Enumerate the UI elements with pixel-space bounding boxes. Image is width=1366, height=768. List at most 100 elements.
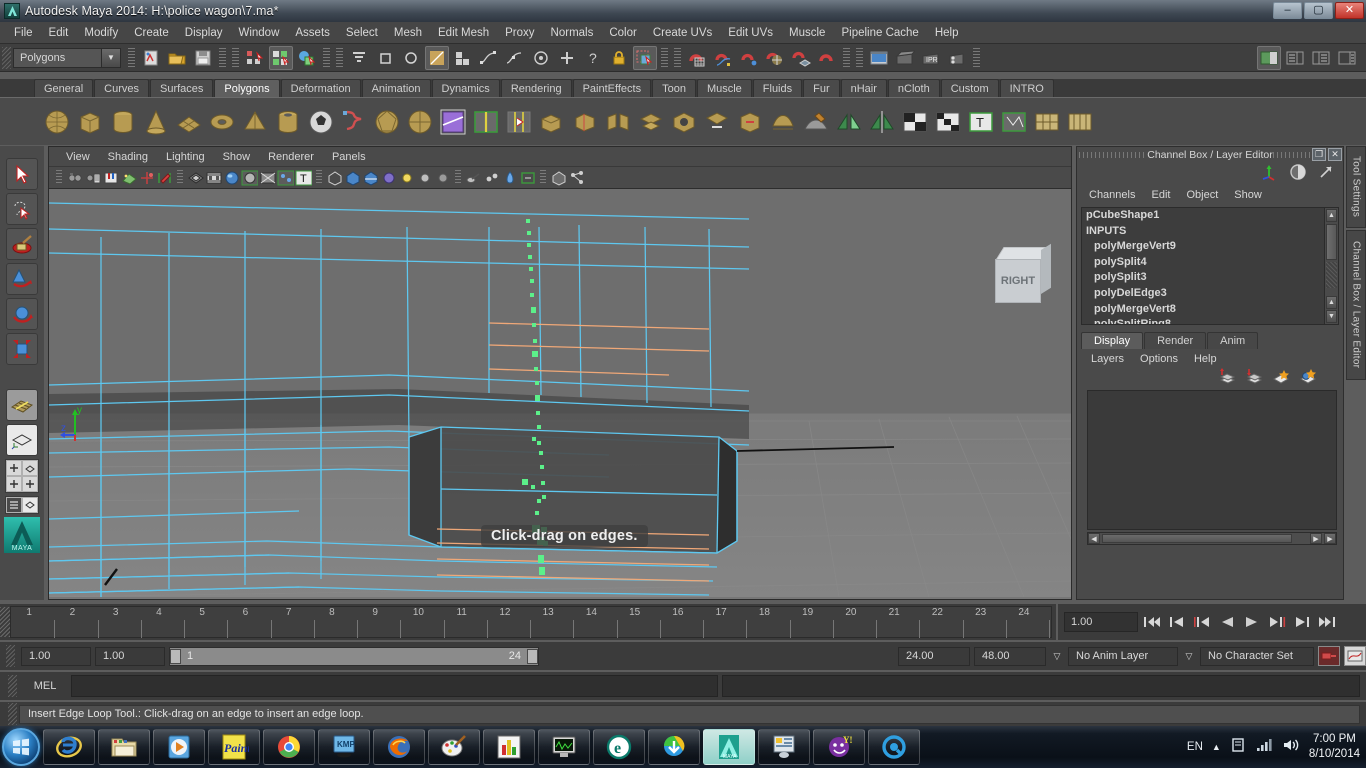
polygon-helix-icon[interactable] <box>339 107 369 137</box>
highlight-selection-icon[interactable] <box>633 45 657 70</box>
taskbar-autodesk-maya[interactable]: MAYA <box>703 729 755 765</box>
vp-separator-4[interactable] <box>455 170 461 185</box>
language-indicator[interactable]: EN <box>1187 741 1203 753</box>
time-slider-tick[interactable] <box>443 620 445 638</box>
lighting-icon[interactable] <box>277 169 294 186</box>
time-slider-tick[interactable] <box>530 620 531 638</box>
shelf-tab-custom[interactable]: Custom <box>940 79 999 97</box>
layer-menu-options[interactable]: Options <box>1132 353 1186 365</box>
smooth-icon[interactable] <box>768 107 798 137</box>
vertical-tab-channel-box[interactable]: Channel Box / Layer Editor <box>1346 230 1366 380</box>
anim-layer-field[interactable]: No Anim Layer <box>1068 646 1178 666</box>
show-hide-subdiv-icon[interactable] <box>362 169 379 186</box>
append-polygon-icon[interactable] <box>636 107 666 137</box>
vertical-tab-tool-settings[interactable]: Tool Settings <box>1346 146 1366 228</box>
extrude-icon[interactable] <box>537 107 567 137</box>
mask-pivot-icon[interactable] <box>529 46 553 70</box>
channel-clip-icon[interactable] <box>1289 163 1307 186</box>
polygon-plane-icon[interactable] <box>174 107 204 137</box>
taskbar-internet-explorer[interactable] <box>43 729 95 765</box>
outliner-persp-layout[interactable] <box>5 496 39 514</box>
viewport-menu-panels[interactable]: Panels <box>323 151 375 163</box>
time-slider-tick[interactable] <box>1005 620 1007 638</box>
channel-box-list[interactable]: pCubeShape1 INPUTS polyMergeVert9 polySp… <box>1081 207 1339 325</box>
new-layer-icon[interactable] <box>1272 368 1290 389</box>
anim-end-field[interactable]: 48.00 <box>974 646 1046 666</box>
snap-to-point-icon[interactable] <box>737 46 761 70</box>
show-attribute-editor-icon[interactable] <box>1283 46 1307 70</box>
viewport-menu-renderer[interactable]: Renderer <box>259 151 323 163</box>
mirror-cut-icon[interactable] <box>867 107 897 137</box>
viewport-menu-view[interactable]: View <box>57 151 99 163</box>
taskbar-charts-app[interactable] <box>483 729 535 765</box>
mask-misc-icon[interactable]: ? <box>581 46 605 70</box>
command-line-input[interactable] <box>71 675 718 697</box>
auto-keyframe-toggle[interactable] <box>1318 646 1340 666</box>
layer-horizontal-scrollbar[interactable]: ◀ ▶ ▶ <box>1087 532 1337 545</box>
shelf-tab-curves[interactable]: Curves <box>94 79 149 97</box>
range-slider-bar[interactable]: 1 24 <box>169 646 539 666</box>
maximize-button[interactable]: ▢ <box>1304 2 1333 19</box>
shelf-tab-general[interactable]: General <box>34 79 94 97</box>
taskbar-quicktime[interactable] <box>868 729 920 765</box>
channel-box-scrollbar[interactable]: ▲ ▲ ▼ <box>1324 208 1338 324</box>
hscroll-right-button-2[interactable]: ▶ <box>1324 533 1336 544</box>
toolbar-separator[interactable] <box>128 47 135 68</box>
channel-menu-edit[interactable]: Edit <box>1143 189 1178 201</box>
expand-arrow-icon[interactable] <box>1317 163 1335 186</box>
toolbar-separator-9[interactable] <box>856 47 863 68</box>
render-settings-icon[interactable] <box>945 46 969 70</box>
channel-scroll-thumb[interactable] <box>1326 224 1337 260</box>
playback-end-field[interactable]: 24.00 <box>898 646 970 666</box>
range-handle-left[interactable] <box>170 648 181 664</box>
polygon-sphere-icon[interactable] <box>42 107 72 137</box>
shade-options-icon[interactable] <box>241 169 258 186</box>
film-gate-icon[interactable] <box>205 169 222 186</box>
toolbar-separator-5[interactable] <box>336 47 343 68</box>
bookmark-icon[interactable] <box>102 169 119 186</box>
range-slider-grip[interactable] <box>6 645 15 667</box>
shelf-tab-deformation[interactable]: Deformation <box>280 79 361 97</box>
mask-deformation-icon[interactable] <box>451 46 475 70</box>
taskbar-paint-net[interactable]: Paint <box>208 729 260 765</box>
shelf-tab-fluids[interactable]: Fluids <box>752 79 803 97</box>
menu-window[interactable]: Window <box>230 24 287 42</box>
smooth-shade-all-icon[interactable] <box>223 169 240 186</box>
show-hide-cameras-icon[interactable] <box>416 169 433 186</box>
hscroll-left-button[interactable]: ◀ <box>1088 533 1100 544</box>
show-hide-nurbs-icon[interactable] <box>326 169 343 186</box>
show-hide-lights-icon[interactable] <box>398 169 415 186</box>
time-slider-tick[interactable] <box>746 620 748 638</box>
new-layer-from-selected-icon[interactable] <box>1299 368 1317 389</box>
menu-edit[interactable]: Edit <box>41 24 77 42</box>
isolate-select-icon[interactable] <box>519 169 536 186</box>
channel-menu-object[interactable]: Object <box>1178 189 1226 201</box>
time-slider-tick[interactable] <box>227 620 229 638</box>
menu-edit-mesh[interactable]: Edit Mesh <box>430 24 497 42</box>
show-tool-settings-icon[interactable] <box>1309 46 1333 70</box>
taskbar-kmplayer[interactable]: KMP <box>318 729 370 765</box>
mask-curve2-icon[interactable] <box>503 46 527 70</box>
sculpt-geometry-icon[interactable] <box>801 107 831 137</box>
layer-menu-layers[interactable]: Layers <box>1083 353 1132 365</box>
tab-render[interactable]: Render <box>1144 332 1207 349</box>
help-line-grip[interactable] <box>8 703 17 725</box>
time-slider-track[interactable]: 1 2 3 4 5 6 7 8 9 10 11 12 13 14 15 16 17 18 19 20 21 22 23 24 <box>10 606 1052 638</box>
mask-handle-icon[interactable] <box>555 46 579 70</box>
toolbar-separator-8[interactable] <box>843 47 850 68</box>
time-slider-tick[interactable] <box>962 620 964 638</box>
command-output-field[interactable] <box>722 675 1360 697</box>
time-slider-tick[interactable] <box>313 620 315 638</box>
menu-create-uvs[interactable]: Create UVs <box>645 24 720 42</box>
viewport-menu-shading[interactable]: Shading <box>99 151 157 163</box>
lasso-select-tool[interactable] <box>6 193 38 225</box>
ipr-render-icon[interactable]: IPR <box>919 46 943 70</box>
show-hide-dynamics-icon[interactable] <box>483 169 500 186</box>
polygon-pipe-icon[interactable] <box>273 107 303 137</box>
toolbar-separator-10[interactable] <box>973 47 980 68</box>
time-slider-tick[interactable] <box>919 620 921 638</box>
menu-file[interactable]: File <box>6 24 41 42</box>
menu-create[interactable]: Create <box>126 24 177 42</box>
channel-input-item[interactable]: polySplitRing8 <box>1082 317 1338 324</box>
minimize-button[interactable]: – <box>1273 2 1302 19</box>
